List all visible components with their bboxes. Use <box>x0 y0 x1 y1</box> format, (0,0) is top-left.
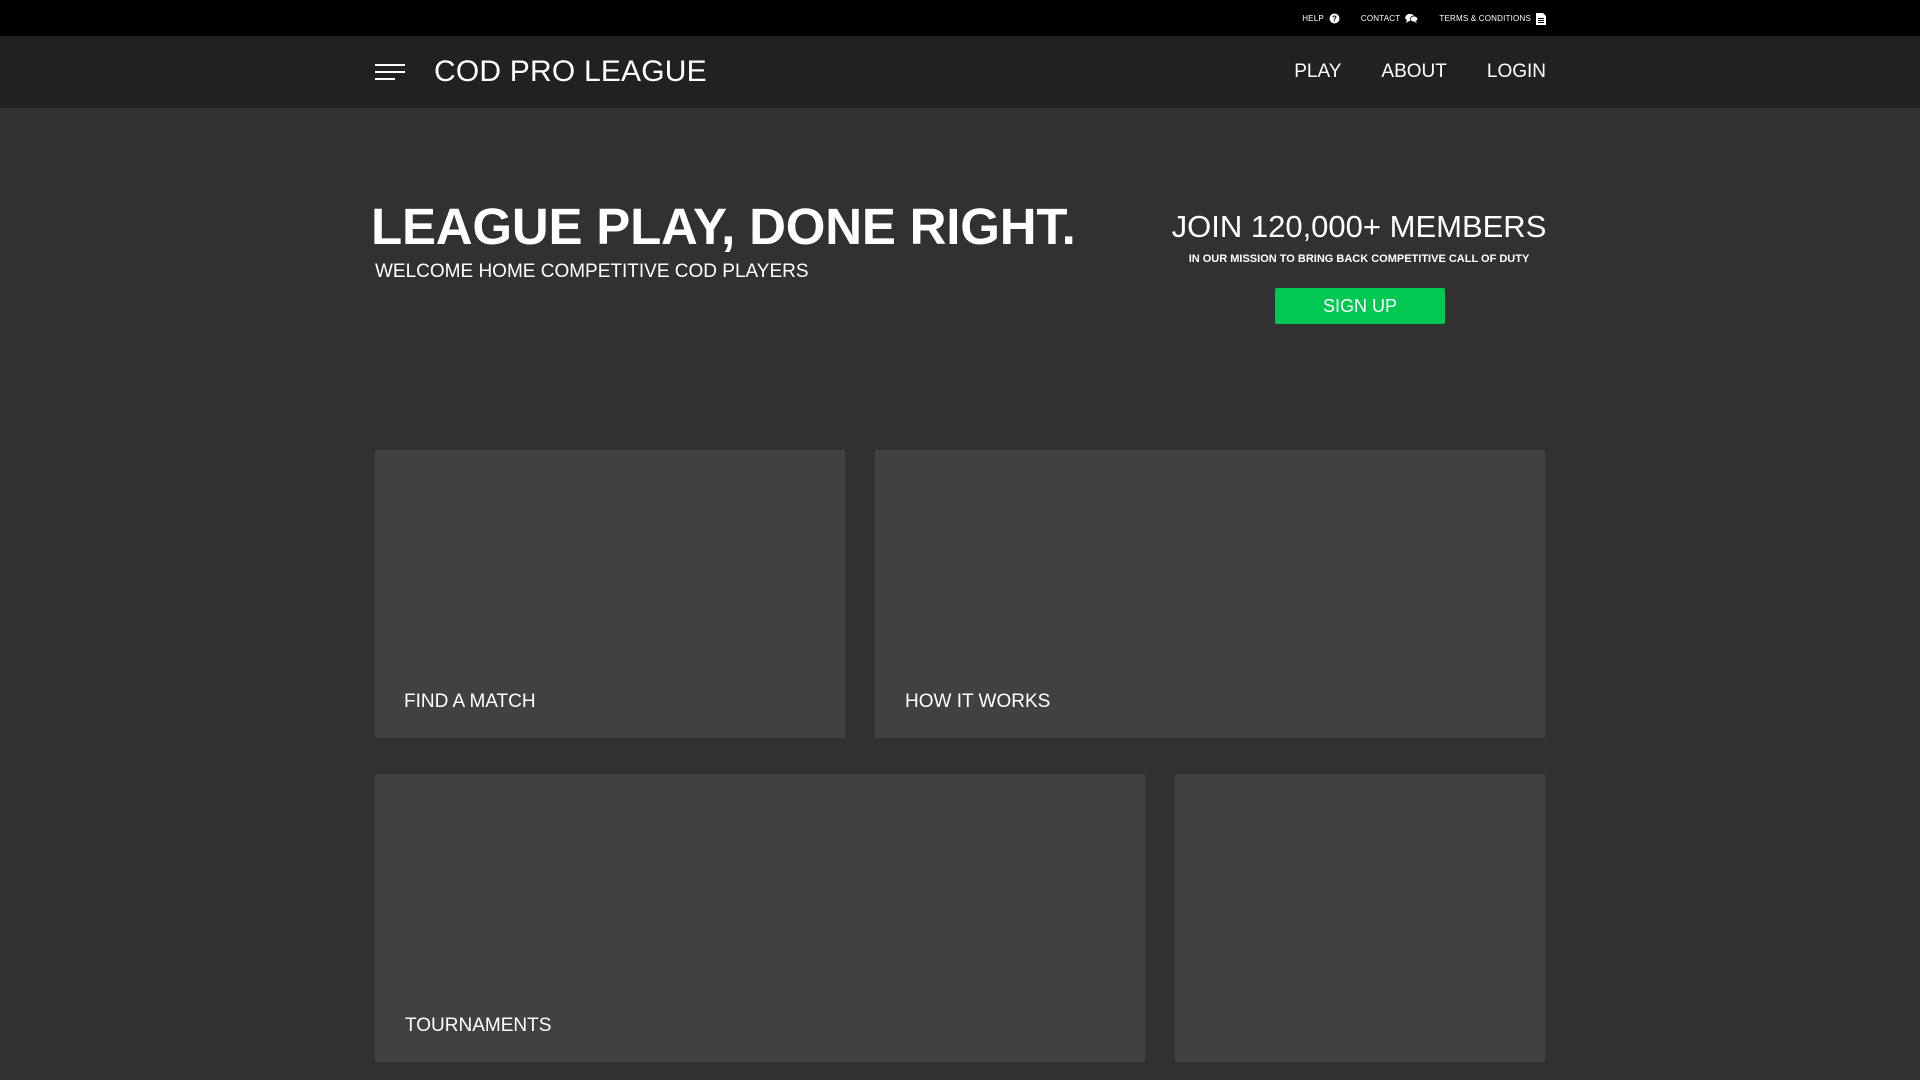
hero-subtitle: WELCOME HOME COMPETITIVE COD PLAYERS <box>375 261 809 282</box>
help-link-label: HELP <box>1302 13 1324 23</box>
card-label: FIND A MATCH <box>404 691 536 712</box>
brand-logo[interactable]: COD PRO LEAGUE <box>434 54 707 90</box>
join-block: JOIN 120,000+ MEMBERS IN OUR MISSION TO … <box>1155 205 1563 267</box>
hamburger-menu-icon[interactable] <box>375 62 405 82</box>
chat-icon <box>1405 13 1419 24</box>
document-icon <box>1536 12 1546 25</box>
card-blank[interactable] <box>1175 774 1545 1062</box>
question-circle-icon: ? <box>1329 13 1340 24</box>
svg-text:?: ? <box>1332 14 1337 23</box>
sign-up-button[interactable]: SIGN UP <box>1275 288 1445 324</box>
card-label: TOURNAMENTS <box>405 1015 552 1036</box>
utility-bar: HELP ? CONTACT TERMS & CONDITIONS <box>0 0 1920 36</box>
terms-link[interactable]: TERMS & CONDITIONS <box>1439 12 1546 25</box>
nav-about[interactable]: ABOUT <box>1381 58 1446 86</box>
join-title: JOIN 120,000+ MEMBERS <box>1171 209 1547 244</box>
help-link[interactable]: HELP ? <box>1302 13 1340 24</box>
nav-login[interactable]: LOGIN <box>1487 58 1546 86</box>
nav-play[interactable]: PLAY <box>1294 58 1341 86</box>
card-how-it-works[interactable]: HOW IT WORKS <box>875 450 1545 738</box>
contact-link[interactable]: CONTACT <box>1360 13 1419 24</box>
terms-link-label: TERMS & CONDITIONS <box>1439 13 1531 23</box>
card-tournaments[interactable]: TOURNAMENTS <box>375 774 1145 1062</box>
join-subtitle: IN OUR MISSION TO BRING BACK COMPETITIVE… <box>1188 253 1530 265</box>
hero-title: LEAGUE PLAY, DONE RIGHT. <box>371 198 1076 255</box>
nav-links: PLAY ABOUT LOGIN <box>1294 58 1546 86</box>
contact-link-label: CONTACT <box>1360 13 1401 23</box>
main-nav: COD PRO LEAGUE PLAY ABOUT LOGIN <box>0 36 1920 108</box>
utility-links: HELP ? CONTACT TERMS & CONDITIONS <box>1302 0 1546 36</box>
card-label: HOW IT WORKS <box>905 691 1051 712</box>
card-find-a-match[interactable]: FIND A MATCH <box>375 450 845 738</box>
